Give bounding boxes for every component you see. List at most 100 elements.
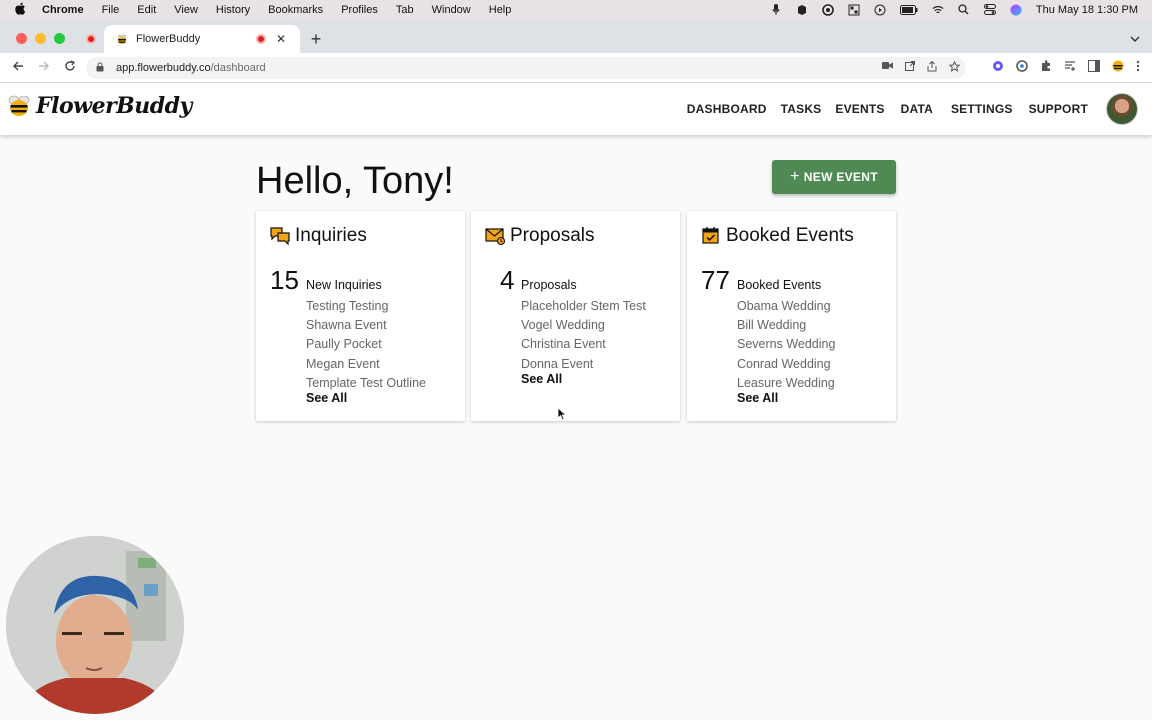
zoom-window-button[interactable] xyxy=(54,33,65,44)
nav-settings[interactable]: SETTINGS xyxy=(951,102,1013,116)
minimize-window-button[interactable] xyxy=(35,33,46,44)
browser-menu-icon[interactable] xyxy=(1136,60,1140,75)
inquiries-card: Inquiries 15 New Inquiries Testing Testi… xyxy=(256,211,465,421)
new-event-label: NEW EVENT xyxy=(803,170,878,184)
grammarly-icon[interactable] xyxy=(822,3,834,16)
nav-events[interactable]: EVENTS xyxy=(835,102,884,116)
wifi-icon[interactable] xyxy=(932,4,944,16)
nav-support[interactable]: SUPPORT xyxy=(1029,102,1088,116)
extension-grammarly-icon[interactable] xyxy=(1016,60,1028,75)
omnibox-actions xyxy=(882,60,961,75)
menubar-clock[interactable]: Thu May 18 1:30 PM xyxy=(1036,4,1138,16)
apple-icon[interactable] xyxy=(14,2,28,18)
browser-tabstrip: FlowerBuddy ✕ + xyxy=(0,19,1152,53)
menu-chrome[interactable]: Chrome xyxy=(42,4,84,16)
inquiries-list: Testing Testing Shawna Event Paully Pock… xyxy=(306,297,426,393)
chat-bubbles-icon xyxy=(270,226,290,246)
forward-button[interactable] xyxy=(36,59,52,75)
extension-gear-icon[interactable] xyxy=(992,60,1004,75)
macos-menubar: Chrome File Edit View History Bookmarks … xyxy=(0,0,1152,19)
inquiries-title: Inquiries xyxy=(295,225,367,246)
side-panel-icon[interactable] xyxy=(1088,60,1100,75)
menu-edit[interactable]: Edit xyxy=(137,4,156,16)
close-window-button[interactable] xyxy=(16,33,27,44)
battery-icon[interactable] xyxy=(899,4,918,16)
inquiries-count: 15 xyxy=(270,265,299,295)
camera-icon[interactable] xyxy=(882,61,893,75)
list-item[interactable]: Paully Pocket xyxy=(306,335,426,354)
list-item[interactable]: Shawna Event xyxy=(306,316,426,335)
main-nav: DASHBOARD TASKS EVENTS DATA SETTINGS SUP… xyxy=(687,83,1088,135)
user-avatar[interactable] xyxy=(1106,93,1138,125)
proposals-count: 4 xyxy=(500,265,515,295)
list-item[interactable]: Placeholder Stem Test xyxy=(521,297,646,316)
plus-icon: + xyxy=(790,168,800,185)
calendar-check-icon xyxy=(701,226,721,246)
list-item[interactable]: Bill Wedding xyxy=(737,316,835,335)
open-external-icon[interactable] xyxy=(905,61,915,75)
tab-close-icon[interactable]: ✕ xyxy=(276,32,290,46)
proposals-card-header: Proposals xyxy=(485,225,595,247)
menu-window[interactable]: Window xyxy=(432,4,471,16)
record-app-icon[interactable] xyxy=(796,4,808,16)
presenter-video-icon xyxy=(6,536,184,714)
nav-tasks[interactable]: TASKS xyxy=(781,102,822,116)
list-item[interactable]: Obama Wedding xyxy=(737,297,835,316)
list-item[interactable]: Christina Event xyxy=(521,335,646,354)
reload-button[interactable] xyxy=(62,59,78,75)
nav-data[interactable]: DATA xyxy=(901,102,933,116)
profile-bee-icon[interactable] xyxy=(1112,60,1124,75)
play-icon[interactable] xyxy=(874,4,886,16)
tab-search-chevron-icon[interactable] xyxy=(1130,31,1140,45)
envelope-icon xyxy=(485,226,506,246)
new-event-button[interactable]: + NEW EVENT xyxy=(772,160,896,194)
siri-icon[interactable] xyxy=(1010,4,1022,16)
menu-tab[interactable]: Tab xyxy=(396,4,414,16)
menubar-status-area: Thu May 18 1:30 PM xyxy=(770,0,1138,19)
spotlight-search-icon[interactable] xyxy=(958,4,970,16)
extensions-puzzle-icon[interactable] xyxy=(1040,60,1052,75)
reading-list-icon[interactable] xyxy=(1064,60,1076,75)
list-item[interactable]: Testing Testing xyxy=(306,297,426,316)
tab-recording-icon xyxy=(256,34,266,44)
tab-flowerbuddy[interactable]: FlowerBuddy ✕ xyxy=(104,25,300,53)
inquiries-card-header: Inquiries xyxy=(270,225,367,247)
menu-file[interactable]: File xyxy=(102,4,120,16)
webcam-overlay xyxy=(6,536,184,714)
window-manager-icon[interactable] xyxy=(848,4,860,16)
proposals-see-all-link[interactable]: See All xyxy=(521,372,562,386)
lock-icon[interactable] xyxy=(96,62,108,75)
bee-logo-icon xyxy=(6,95,32,117)
new-tab-button[interactable]: + xyxy=(308,29,324,50)
control-center-icon[interactable] xyxy=(983,4,996,16)
bookmark-star-icon[interactable] xyxy=(948,60,961,75)
booked-events-title: Booked Events xyxy=(726,225,854,246)
page-greeting: Hello, Tony! xyxy=(256,160,454,202)
list-item[interactable]: Donna Event xyxy=(521,355,646,374)
booked-events-list: Obama Wedding Bill Wedding Severns Weddi… xyxy=(737,297,835,393)
proposals-title: Proposals xyxy=(510,225,595,246)
inquiries-see-all-link[interactable]: See All xyxy=(306,391,347,405)
nav-dashboard[interactable]: DASHBOARD xyxy=(687,102,767,116)
list-item[interactable]: Megan Event xyxy=(306,355,426,374)
address-bar[interactable]: app.flowerbuddy.co/dashboard xyxy=(86,57,966,79)
booked-events-see-all-link[interactable]: See All xyxy=(737,391,778,405)
proposals-label: Proposals xyxy=(521,278,577,292)
url-host: app.flowerbuddy.co xyxy=(116,62,211,74)
menu-help[interactable]: Help xyxy=(489,4,512,16)
url-path: /dashboard xyxy=(210,62,266,74)
tab-title: FlowerBuddy xyxy=(136,33,201,45)
share-icon[interactable] xyxy=(927,60,937,75)
bee-favicon-icon xyxy=(116,33,128,45)
menu-view[interactable]: View xyxy=(174,4,198,16)
list-item[interactable]: Severns Wedding xyxy=(737,335,835,354)
menu-bookmarks[interactable]: Bookmarks xyxy=(268,4,323,16)
flowerbuddy-logo[interactable]: FlowerBuddy xyxy=(6,93,192,119)
back-button[interactable] xyxy=(10,59,26,75)
menu-history[interactable]: History xyxy=(216,4,250,16)
menu-profiles[interactable]: Profiles xyxy=(341,4,378,16)
list-item[interactable]: Vogel Wedding xyxy=(521,316,646,335)
list-item[interactable]: Conrad Wedding xyxy=(737,355,835,374)
proposals-list: Placeholder Stem Test Vogel Wedding Chri… xyxy=(521,297,646,374)
microphone-icon[interactable] xyxy=(770,3,782,16)
